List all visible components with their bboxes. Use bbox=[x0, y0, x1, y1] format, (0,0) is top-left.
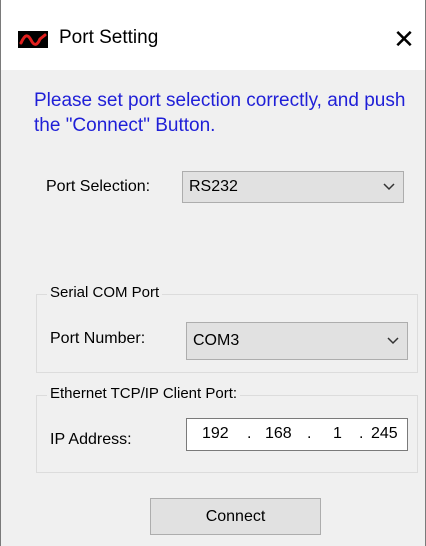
window-title: Port Setting bbox=[59, 27, 159, 48]
ip-dot: . bbox=[359, 425, 364, 442]
ip-octet-1[interactable]: 192 bbox=[202, 425, 229, 443]
app-logo-icon bbox=[18, 31, 48, 48]
port-selection-dropdown[interactable]: RS232 bbox=[182, 171, 404, 203]
port-number-label: Port Number: bbox=[50, 330, 146, 347]
chevron-down-icon bbox=[375, 183, 403, 191]
port-number-dropdown[interactable]: COM3 bbox=[186, 322, 408, 360]
port-selection-label: Port Selection: bbox=[46, 178, 151, 195]
ip-dot: . bbox=[247, 425, 252, 442]
serial-com-port-title: Serial COM Port bbox=[47, 284, 163, 301]
ip-octet-3[interactable]: 1 bbox=[333, 425, 342, 443]
title-bar: Port Setting ✕ bbox=[1, 0, 425, 70]
instruction-text: Please set port selection correctly, and… bbox=[34, 90, 406, 136]
ethernet-tcp-ip-title: Ethernet TCP/IP Client Port: bbox=[47, 385, 241, 402]
close-button[interactable]: ✕ bbox=[387, 22, 421, 56]
port-selection-value: RS232 bbox=[189, 178, 238, 195]
close-icon: ✕ bbox=[393, 23, 415, 54]
ip-dot: . bbox=[307, 425, 312, 442]
port-number-value: COM3 bbox=[193, 332, 240, 349]
chevron-down-icon bbox=[379, 337, 407, 345]
ip-address-label: IP Address: bbox=[50, 431, 132, 448]
ip-address-field[interactable]: 192 . 168 . 1 . 245 bbox=[186, 418, 408, 451]
ip-octet-2[interactable]: 168 bbox=[265, 425, 292, 443]
connect-button[interactable]: Connect bbox=[150, 498, 321, 535]
port-setting-dialog: Port Setting ✕ Please set port selection… bbox=[0, 0, 426, 546]
ip-octet-4[interactable]: 245 bbox=[371, 425, 398, 443]
